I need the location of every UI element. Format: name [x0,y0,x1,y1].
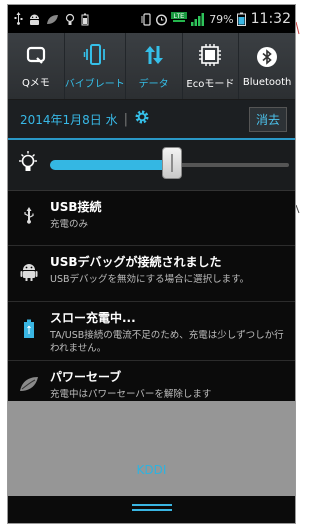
notification-usb-debug[interactable]: USBデバッグが接続されました USBデバッグを無効にする場合に選択します。 [8,246,295,302]
battery-charging-icon [23,319,35,343]
notification-icon-col [8,246,50,301]
android-debug-icon [28,13,41,26]
notification-subtitle: USBデバッグを無効にする場合に選択します。 [50,274,250,285]
battery-small-icon [81,13,89,26]
notification-title: USBデバッグが接続されました [50,255,222,269]
toggle-data[interactable]: データ [126,33,183,99]
android-debug-icon [20,262,38,286]
divider: | [123,111,129,127]
brightness-row [8,140,295,191]
signal-strength-icon [190,12,206,26]
toggle-data-label: データ [138,78,169,90]
usb-icon [14,12,23,26]
clear-button[interactable]: 消去 [248,106,287,132]
shade-handle-bar[interactable] [8,496,295,523]
notification-subtitle: TA/USB接続の電流不足のため、充電は少しずつしか行われません。 [50,330,284,354]
notification-title: USB接続 [50,200,102,214]
battery-percent: 79% [209,12,234,26]
quick-settings-toggles: Qメモ バイブレート データ Ecoモード Bluetooth [8,33,295,100]
edge-marks [296,21,300,214]
notification-icon-col [8,302,50,360]
toggle-eco-mode-label: Ecoモード [186,78,235,90]
toggle-vibrate[interactable]: バイブレート [65,33,126,99]
toggle-qmemo-label: Qメモ [21,77,50,89]
settings-gear-icon[interactable] [134,109,150,129]
slider-thumb[interactable] [161,147,182,179]
alarm-icon [155,13,168,26]
carrier-name: KDDI [136,463,167,477]
date-text: 2014年1月8日 水 [20,112,118,127]
status-bar: LTE 79% 11:32 [8,5,295,33]
notification-subtitle: 充電のみ [50,219,89,230]
notification-title: スロー充電中... [50,311,136,325]
notification-shade: LTE 79% 11:32 Qメモ バイブレート データ Ecoモード Blue… [7,4,296,524]
notification-title: パワーセーブ [50,370,122,384]
vibrate-mode-icon [141,12,152,26]
carrier-area: KDDI [8,401,295,499]
vibrate-icon [83,43,107,71]
bluetooth-icon [255,45,279,73]
data-icon [142,43,166,71]
toggle-vibrate-label: バイブレート [64,78,125,90]
battery-icon [236,12,246,26]
leaf-icon [19,376,39,396]
date-row: 2014年1月8日 水 | 消去 [8,100,295,140]
toggle-eco-mode[interactable]: Ecoモード [183,33,240,99]
leaf-icon [46,14,59,25]
notification-usb-connection[interactable]: USB接続 充電のみ [8,191,295,246]
usb-icon [23,207,35,229]
notification-subtitle: 充電中はパワーセーバーを解除します [50,389,212,400]
slider-fill [50,160,172,170]
lte-signal-icon: LTE [171,12,188,26]
brightness-bulb-icon [64,13,76,26]
eco-mode-icon [198,43,222,71]
brightness-bulb-icon[interactable] [16,150,40,180]
brightness-slider[interactable] [50,147,289,179]
toggle-bluetooth-label: Bluetooth [242,76,292,88]
clock: 11:32 [250,11,291,27]
qmemo-icon [25,44,47,70]
notification-slow-charging[interactable]: スロー充電中... TA/USB接続の電流不足のため、充電は少しずつしか行われま… [8,302,295,361]
drag-handle-icon[interactable] [131,504,172,514]
notification-icon-col [8,191,50,245]
toggle-bluetooth[interactable]: Bluetooth [239,33,295,99]
svg-text:LTE: LTE [174,14,185,20]
toggle-qmemo[interactable]: Qメモ [8,33,65,99]
